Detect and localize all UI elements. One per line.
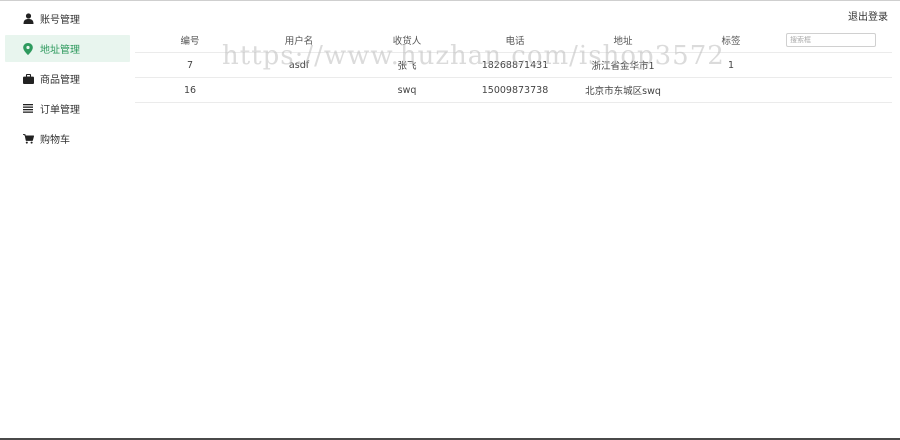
sidebar-item-orders[interactable]: 订单管理 — [5, 95, 130, 122]
sidebar-item-cart[interactable]: 购物车 — [5, 125, 130, 152]
sidebar-item-label: 购物车 — [40, 135, 70, 146]
logout-link[interactable]: 退出登录 — [848, 8, 888, 23]
cell-phone: 18268871431 — [481, 59, 549, 71]
cell-id: 7 — [186, 59, 194, 71]
briefcase-icon — [22, 73, 34, 85]
cell-username: asdf — [288, 59, 310, 71]
cell-receiver: swq — [397, 84, 417, 96]
column-header-tag: 标签 — [721, 35, 741, 47]
sidebar: 账号管理 地址管理 商品管理 订单管理 购物车 — [5, 5, 130, 155]
table-row[interactable]: 16 swq 15009873738 北京市东城区swq — [135, 78, 892, 103]
sidebar-item-label: 地址管理 — [40, 45, 80, 56]
sidebar-item-account[interactable]: 账号管理 — [5, 5, 130, 32]
table-row[interactable]: 7 asdf 张飞 18268871431 浙江省金华市1 1 — [135, 53, 892, 78]
sidebar-item-label: 账号管理 — [40, 15, 80, 26]
column-header-address: 地址 — [613, 35, 633, 47]
cell-tag: 1 — [727, 59, 735, 71]
sidebar-item-address[interactable]: 地址管理 — [5, 35, 130, 62]
sidebar-item-label: 商品管理 — [40, 75, 80, 86]
location-pin-icon — [22, 42, 34, 55]
cell-phone: 15009873738 — [481, 84, 549, 96]
search-cell — [785, 32, 892, 47]
sidebar-item-products[interactable]: 商品管理 — [5, 65, 130, 92]
column-header-phone: 电话 — [505, 35, 525, 47]
cell-id: 16 — [183, 84, 197, 96]
user-icon — [22, 13, 34, 25]
cell-address: 北京市东城区swq — [585, 86, 661, 97]
cart-icon — [22, 133, 34, 145]
address-table: 编号 用户名 收货人 电话 地址 标签 7 asdf 张飞 1826887143… — [135, 27, 892, 103]
sidebar-item-label: 订单管理 — [40, 105, 80, 116]
column-header-receiver: 收货人 — [392, 35, 422, 47]
cell-address: 浙江省金华市1 — [591, 61, 655, 72]
list-icon — [22, 103, 34, 115]
cell-receiver: 张飞 — [397, 61, 417, 72]
search-input[interactable] — [786, 32, 876, 47]
table-header: 编号 用户名 收货人 电话 地址 标签 — [135, 27, 892, 53]
column-header-username: 用户名 — [284, 35, 314, 47]
column-header-id: 编号 — [180, 35, 200, 47]
